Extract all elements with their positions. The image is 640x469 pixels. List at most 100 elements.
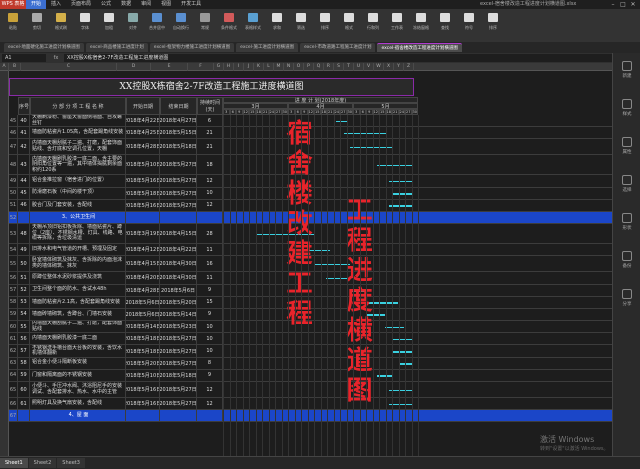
- cell-start[interactable]: 2018年3月19日: [126, 224, 160, 244]
- cell-n[interactable]: 48: [9, 155, 18, 175]
- cell-start[interactable]: 2018年4月22日: [126, 115, 160, 127]
- wps-logo[interactable]: WPS 表格: [0, 0, 26, 9]
- cell-n[interactable]: 66: [9, 398, 18, 410]
- column-header-C[interactable]: C: [21, 63, 117, 71]
- header-duration[interactable]: 持续时间(天): [197, 97, 223, 115]
- cell-seq[interactable]: 43: [18, 155, 30, 175]
- cell-start[interactable]: 2018年5月18日: [126, 345, 160, 357]
- cell-end[interactable]: 2018年5月27日: [160, 175, 197, 187]
- cell-dur[interactable]: 9: [197, 308, 223, 321]
- doc-tab-5[interactable]: excel-宿舍楼改造工程进度计划横道图: [377, 43, 462, 52]
- cell-start[interactable]: 2018年5月16日: [126, 382, 160, 397]
- ribbon-button-15[interactable]: 行和列: [364, 11, 382, 35]
- cell-name[interactable]: 墙面砖墙砌筑，含蹲台、门墙石安装: [30, 308, 126, 321]
- cell-dur[interactable]: [197, 211, 223, 224]
- cell-name[interactable]: 内墙面天棚刷乳胶漆一底二面，含主要的阴阳角位置等一遍，其中墙体揭腻剩余面积约12…: [30, 155, 126, 175]
- cell-seq[interactable]: 48: [18, 224, 30, 244]
- cell-start[interactable]: 2018年4月25日: [126, 127, 160, 139]
- cell-end[interactable]: 2018年5月23日: [160, 321, 197, 333]
- column-header-B[interactable]: B: [9, 63, 21, 71]
- cell-dur[interactable]: 21: [197, 139, 223, 155]
- doc-tab-0[interactable]: excel-地面硬化施工进度计划横道图: [4, 43, 84, 52]
- cell-end[interactable]: 2018年5月27日: [160, 187, 197, 199]
- cell-start[interactable]: 2018年4月28日: [126, 284, 160, 296]
- column-header-T[interactable]: T: [344, 63, 354, 71]
- table-row[interactable]: 63 58 铝合金小便斗隔断板安装 2018年5月20日 2018年5月27日 8: [9, 357, 612, 370]
- column-header-E[interactable]: E: [151, 63, 188, 71]
- cell-end[interactable]: 2018年4月15日: [160, 224, 197, 244]
- right-panel-item-1[interactable]: 样式: [613, 99, 640, 129]
- cell-dur[interactable]: 12: [197, 398, 223, 410]
- cell-dur[interactable]: 9: [197, 284, 223, 296]
- table-row[interactable]: 64 59 门窗和隔离面的不锈钢安装 2018年5月10日 2018年5月18日 9: [9, 369, 612, 382]
- cell-name[interactable]: 墙面防粘瓷片1.05高，含配套踢角线安装: [30, 127, 126, 139]
- column-header-V[interactable]: V: [364, 63, 374, 71]
- cell-dur[interactable]: 12: [197, 382, 223, 397]
- cell-dur[interactable]: 28: [197, 224, 223, 244]
- cell-end[interactable]: 2018年4月30日: [160, 256, 197, 272]
- menu-item-2[interactable]: 页面布局: [66, 0, 96, 9]
- cell-dur[interactable]: 11: [197, 272, 223, 284]
- cell-seq[interactable]: 61: [18, 398, 30, 410]
- cell-end[interactable]: 2018年5月20日: [160, 296, 197, 308]
- cell-seq[interactable]: 53: [18, 296, 30, 308]
- cell-seq[interactable]: 40: [18, 115, 30, 127]
- cell-seq[interactable]: 52: [18, 284, 30, 296]
- column-header-I[interactable]: I: [234, 63, 244, 71]
- ribbon-button-9[interactable]: 条件格式: [220, 11, 238, 35]
- cell-end[interactable]: 2018年5月27日: [160, 199, 197, 211]
- cell-seq[interactable]: 57: [18, 345, 30, 357]
- column-header-Z[interactable]: Z: [404, 63, 414, 71]
- cell-start[interactable]: 2018年5月6日: [126, 296, 160, 308]
- column-header-O[interactable]: O: [294, 63, 304, 71]
- doc-tab-4[interactable]: excel-市政道路工程施工进度计划: [300, 43, 376, 52]
- table-row[interactable]: 65 60 小便斗、手压冲水阀、沐浴阻尼手的安装调试、含配套排水、热水、水中的主管 2…: [9, 382, 612, 398]
- menu-item-0[interactable]: 开始: [26, 0, 47, 9]
- cell-n[interactable]: 47: [9, 139, 18, 155]
- ribbon-button-12[interactable]: 筛选: [292, 11, 310, 35]
- cell-name[interactable]: 天棚刷漆粉、窗座天窗面侧墙面、自攻螺丝钉: [30, 115, 126, 127]
- cell-n[interactable]: 57: [9, 284, 18, 296]
- cell-start[interactable]: 2018年4月20日: [126, 272, 160, 284]
- column-header-F[interactable]: F: [188, 63, 214, 71]
- column-header-U[interactable]: U: [354, 63, 364, 71]
- cell-name[interactable]: 不锈钢洗手槽台面大台板的安装，含饮水机墙体翻新: [30, 345, 126, 357]
- cell-dur[interactable]: 9: [197, 369, 223, 381]
- cell-start[interactable]: 2018年4月12日: [126, 244, 160, 256]
- menu-item-6[interactable]: 视图: [156, 0, 176, 9]
- worksheet-grid[interactable]: XX控股X栋宿舍2-7F改造工程施工进度横道图 序号 分 部 分 项 工 程 名…: [9, 71, 612, 456]
- cell-end[interactable]: 2018年5月18日: [160, 139, 197, 155]
- cell-dur[interactable]: 21: [197, 127, 223, 139]
- ribbon-button-14[interactable]: 格式: [340, 11, 358, 35]
- fx-icon[interactable]: fx: [48, 55, 64, 61]
- cell-seq[interactable]: 59: [18, 369, 30, 381]
- formula-input[interactable]: XX控股X栋宿舍2-7F改造工程施工进度横道图: [64, 54, 612, 62]
- doc-tab-3[interactable]: excel-施工进度计划横道图: [236, 43, 299, 52]
- ribbon-button-18[interactable]: 查找: [436, 11, 454, 35]
- cell-end[interactable]: [160, 410, 197, 422]
- cell-n[interactable]: 46: [9, 127, 18, 139]
- cell-dur[interactable]: 12: [197, 199, 223, 211]
- ribbon-button-8[interactable]: 常规: [196, 11, 214, 35]
- doc-tab-1[interactable]: excel-商品楼施工进度计划: [85, 43, 148, 52]
- cell-n[interactable]: 50: [9, 187, 18, 199]
- sheet-tab-2[interactable]: Sheet2: [28, 458, 57, 468]
- cell-dur[interactable]: 6: [197, 115, 223, 127]
- cell-seq[interactable]: [18, 410, 30, 422]
- cell-name[interactable]: 胶合门及门套安装，含配线: [30, 199, 126, 211]
- cell-seq[interactable]: 51: [18, 272, 30, 284]
- menu-item-4[interactable]: 数据: [116, 0, 136, 9]
- cell-seq[interactable]: 49: [18, 244, 30, 256]
- cell-name[interactable]: 3、公共卫生间: [30, 211, 126, 224]
- cell-start[interactable]: 2018年5月10日: [126, 369, 160, 381]
- cell-seq[interactable]: [18, 211, 30, 224]
- cell-dur[interactable]: [197, 410, 223, 422]
- cell-dur[interactable]: 18: [197, 155, 223, 175]
- cell-n[interactable]: 56: [9, 272, 18, 284]
- table-row[interactable]: 61 56 内墙面天棚刷乳胶漆一底二面 2018年5月18日 2018年5月27日 10: [9, 333, 612, 346]
- cell-dur[interactable]: 8: [197, 357, 223, 369]
- cell-name[interactable]: 卫生间整个面的防水、含试水48h: [30, 284, 126, 296]
- column-header-R[interactable]: R: [324, 63, 334, 71]
- cell-name[interactable]: 卧室墙体砌筑及抹灰、含拆除的内面泡沫类的墙体砌筑、抹灰: [30, 256, 126, 272]
- right-panel-item-0[interactable]: 新建: [613, 61, 640, 91]
